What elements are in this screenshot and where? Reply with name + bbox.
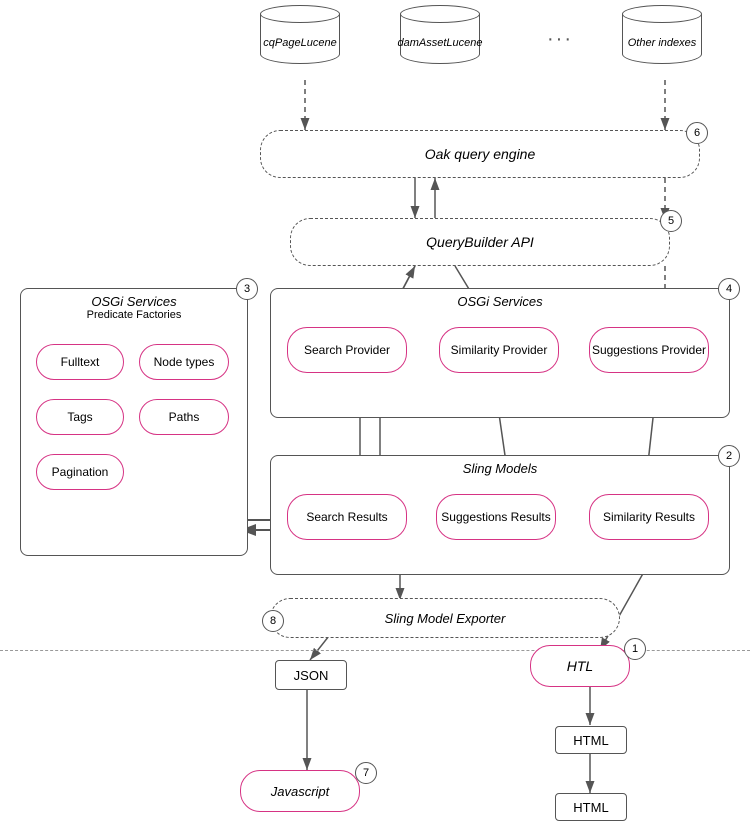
osgi-providers-container: OSGi Services 4 Search Provider Similari… <box>270 288 730 418</box>
html-box-2: HTML <box>555 793 627 821</box>
cylinder-top <box>400 5 480 23</box>
fulltext-box: Fulltext <box>36 344 124 380</box>
querybuilder-label: QueryBuilder API <box>426 234 534 250</box>
querybuilder-api-box: QueryBuilder API <box>290 218 670 266</box>
osgi-predicate-container: OSGi Services Predicate Factories 3 Full… <box>20 288 248 556</box>
badge-4: 4 <box>718 278 740 300</box>
sling-models-title: Sling Models <box>271 461 729 476</box>
cqpage-label: cqPageLucene <box>263 37 336 49</box>
htl-box: HTL <box>530 645 630 687</box>
osgi-providers-title: OSGi Services <box>271 294 729 309</box>
sling-models-container: Sling Models 2 Search Results Suggestion… <box>270 455 730 575</box>
oak-query-engine-box: Oak query engine <box>260 130 700 178</box>
badge-2: 2 <box>718 445 740 467</box>
tags-box: Tags <box>36 399 124 435</box>
nodetypes-box: Node types <box>139 344 229 380</box>
ellipsis: ··· <box>547 28 573 51</box>
search-provider-box: Search Provider <box>287 327 407 373</box>
other-indexes-label: Other indexes <box>628 37 696 49</box>
suggestions-results-box: Suggestions Results <box>436 494 556 540</box>
badge-1: 1 <box>624 638 646 660</box>
similarity-provider-box: Similarity Provider <box>439 327 559 373</box>
cylinder-top <box>622 5 702 23</box>
cqpage-lucene-cylinder: cqPageLucene <box>260 5 340 64</box>
badge-8: 8 <box>262 610 284 632</box>
pagination-box: Pagination <box>36 454 124 490</box>
badge-6: 6 <box>686 122 708 144</box>
similarity-results-box: Similarity Results <box>589 494 709 540</box>
badge-7: 7 <box>355 762 377 784</box>
damasset-lucene-cylinder: damAssetLucene <box>400 5 480 64</box>
json-box: JSON <box>275 660 347 690</box>
paths-box: Paths <box>139 399 229 435</box>
osgi-predicate-title: OSGi Services Predicate Factories <box>21 288 247 321</box>
damasset-label: damAssetLucene <box>398 37 483 49</box>
oak-query-label: Oak query engine <box>425 146 536 162</box>
badge-3: 3 <box>236 278 258 300</box>
badge-5: 5 <box>660 210 682 232</box>
cylinder-top <box>260 5 340 23</box>
javascript-box: Javascript <box>240 770 360 812</box>
html-box-1: HTML <box>555 726 627 754</box>
other-indexes-cylinder: Other indexes <box>622 5 702 64</box>
suggestions-provider-box: Suggestions Provider <box>589 327 709 373</box>
sling-model-exporter-label: Sling Model Exporter <box>385 611 506 626</box>
search-results-box: Search Results <box>287 494 407 540</box>
diagram: cqPageLucene damAssetLucene ··· Other in… <box>0 0 750 839</box>
sling-model-exporter-box: Sling Model Exporter <box>270 598 620 638</box>
